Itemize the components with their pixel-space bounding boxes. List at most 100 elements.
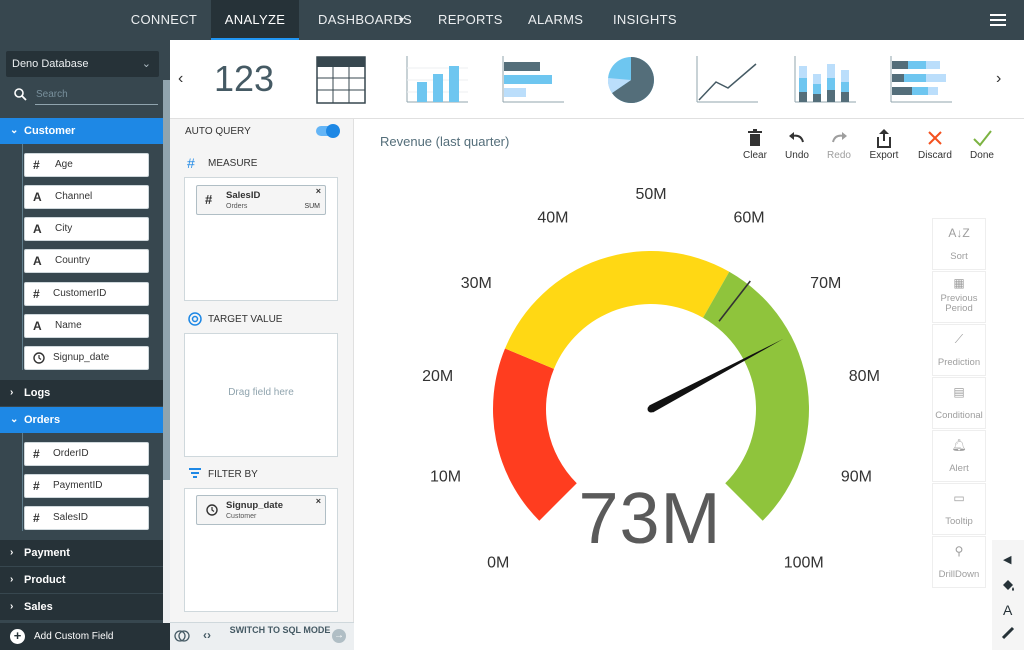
gauge-tick-label: 100M	[784, 555, 824, 570]
chart-type-stacked-bar-icon[interactable]	[794, 56, 856, 104]
gauge-tick-label: 90M	[841, 469, 872, 486]
filter-by-label: FILTER BY	[208, 469, 258, 480]
field-label: City	[55, 223, 73, 234]
trend-icon: ⟋	[954, 332, 964, 346]
chart-type-bar-icon[interactable]	[406, 56, 468, 104]
group-sales[interactable]: › Sales	[0, 594, 163, 620]
redo-button[interactable]: Redo	[819, 128, 859, 161]
trash-icon	[748, 129, 762, 146]
chart-type-stacked-horizontal-bar-icon[interactable]	[890, 56, 952, 104]
number-type-icon: #	[33, 287, 40, 301]
nav-alarms[interactable]: ALARMS	[528, 0, 583, 40]
nav-reports[interactable]: REPORTS	[438, 0, 503, 40]
caret-down-icon[interactable]: ▼	[397, 0, 406, 40]
chevron-right-icon[interactable]: ›	[996, 70, 1001, 88]
field-label: Age	[55, 159, 73, 170]
action-label: Export	[869, 150, 899, 161]
clear-button[interactable]: Clear	[735, 128, 775, 161]
gauge-tick-label: 40M	[537, 210, 568, 227]
tree-line	[22, 433, 23, 531]
field-label: OrderID	[53, 448, 89, 459]
field-name[interactable]: A Name	[24, 314, 149, 338]
nav-insights[interactable]: INSIGHTS	[613, 0, 677, 40]
paint-bucket-icon[interactable]	[1000, 577, 1016, 593]
code-icon[interactable]: ‹›	[203, 628, 211, 642]
sort-icon: A↓Z	[948, 226, 970, 240]
database-select[interactable]: Deno Database ⌄	[6, 51, 159, 77]
chip-field-name: SalesID	[226, 190, 261, 201]
undo-button[interactable]: Undo	[777, 128, 817, 161]
chart-type-pie-icon[interactable]	[606, 56, 656, 104]
drilldown-tool[interactable]: ⚲ DrillDown	[932, 536, 986, 588]
field-country[interactable]: A Country	[24, 249, 149, 273]
sidebar-scroll-thumb[interactable]	[163, 80, 170, 480]
search-input[interactable]: Search	[36, 89, 68, 100]
collapse-left-icon[interactable]: ◀	[1003, 553, 1011, 566]
group-label: Logs	[24, 387, 51, 399]
action-label: Undo	[785, 150, 809, 161]
nav-dashboards[interactable]: DASHBOARDS	[318, 0, 412, 40]
field-salesid[interactable]: # SalesID	[24, 506, 149, 530]
group-orders[interactable]: ⌄ Orders	[0, 407, 163, 433]
field-signup-date[interactable]: Signup_date	[24, 346, 149, 370]
export-button[interactable]: Export	[864, 128, 904, 161]
nav-connect[interactable]: CONNECT	[120, 0, 208, 40]
gauge-tick-label: 30M	[461, 275, 492, 292]
field-customerid[interactable]: # CustomerID	[24, 282, 149, 306]
auto-query-toggle[interactable]	[316, 124, 340, 138]
measure-chip[interactable]: # SalesID Orders SUM ×	[196, 185, 326, 215]
add-custom-field-label: Add Custom Field	[34, 631, 114, 642]
drilldown-icon: ⚲	[954, 544, 964, 558]
hamburger-icon[interactable]	[990, 14, 1006, 29]
field-age[interactable]: # Age	[24, 153, 149, 177]
alert-tool[interactable]: 🔔︎ Alert	[932, 430, 986, 482]
group-customer[interactable]: ⌄ Customer	[0, 118, 163, 144]
bell-icon: 🔔︎	[951, 438, 967, 452]
field-paymentid[interactable]: # PaymentID	[24, 474, 149, 498]
group-label: Customer	[24, 125, 76, 137]
switch-to-sql-button[interactable]: SWITCH TO SQL MODE	[228, 625, 332, 635]
filter-icon	[189, 468, 201, 478]
conditional-icon: ▤	[953, 385, 965, 399]
close-icon[interactable]: ×	[316, 186, 321, 196]
prediction-tool[interactable]: ⟋ Prediction	[932, 324, 986, 376]
compare-icon[interactable]	[174, 629, 190, 643]
gauge-needle-hub	[647, 405, 655, 413]
action-label: Discard	[918, 150, 952, 161]
number-type-icon: #	[205, 192, 213, 207]
action-label: Done	[970, 150, 994, 161]
text-icon[interactable]: A	[1003, 602, 1012, 618]
target-icon	[188, 312, 202, 326]
tree-line	[22, 144, 23, 370]
sort-tool[interactable]: A↓Z Sort	[932, 218, 986, 270]
group-product[interactable]: › Product	[0, 567, 163, 593]
previous-period-tool[interactable]: ▦ Previous Period	[932, 271, 986, 323]
nav-analyze[interactable]: ANALYZE	[211, 0, 299, 40]
discard-button[interactable]: Discard	[915, 128, 955, 161]
chart-type-table-icon[interactable]	[316, 56, 366, 104]
filter-chip[interactable]: Signup_date Customer ×	[196, 495, 326, 525]
field-city[interactable]: A City	[24, 217, 149, 241]
group-label: Sales	[24, 601, 53, 613]
close-icon[interactable]: ×	[316, 496, 321, 506]
chip-aggregation[interactable]: SUM	[304, 203, 320, 210]
pencil-icon[interactable]	[1000, 625, 1016, 641]
tool-label: Sort	[950, 251, 968, 262]
chart-type-line-icon[interactable]	[696, 56, 758, 104]
arrow-right-icon[interactable]: →	[332, 629, 346, 643]
chevron-left-icon[interactable]: ‹	[178, 70, 183, 88]
conditional-tool[interactable]: ▤ Conditional	[932, 377, 986, 429]
field-channel[interactable]: A Channel	[24, 185, 149, 209]
speech-bubble-icon: ▭	[953, 491, 965, 505]
chart-type-number[interactable]: 123	[214, 58, 274, 100]
chart-type-horizontal-bar-icon[interactable]	[502, 56, 564, 104]
add-custom-field-button[interactable]: + Add Custom Field	[0, 623, 170, 650]
group-logs[interactable]: › Logs	[0, 380, 163, 406]
field-orderid[interactable]: # OrderID	[24, 442, 149, 466]
field-label: Signup_date	[53, 352, 110, 363]
done-button[interactable]: Done	[962, 128, 1002, 161]
calendar-icon: ▦	[953, 276, 965, 290]
tooltip-tool[interactable]: ▭ Tooltip	[932, 483, 986, 535]
group-payment[interactable]: › Payment	[0, 540, 163, 566]
drag-field-placeholder: Drag field here	[228, 387, 294, 398]
